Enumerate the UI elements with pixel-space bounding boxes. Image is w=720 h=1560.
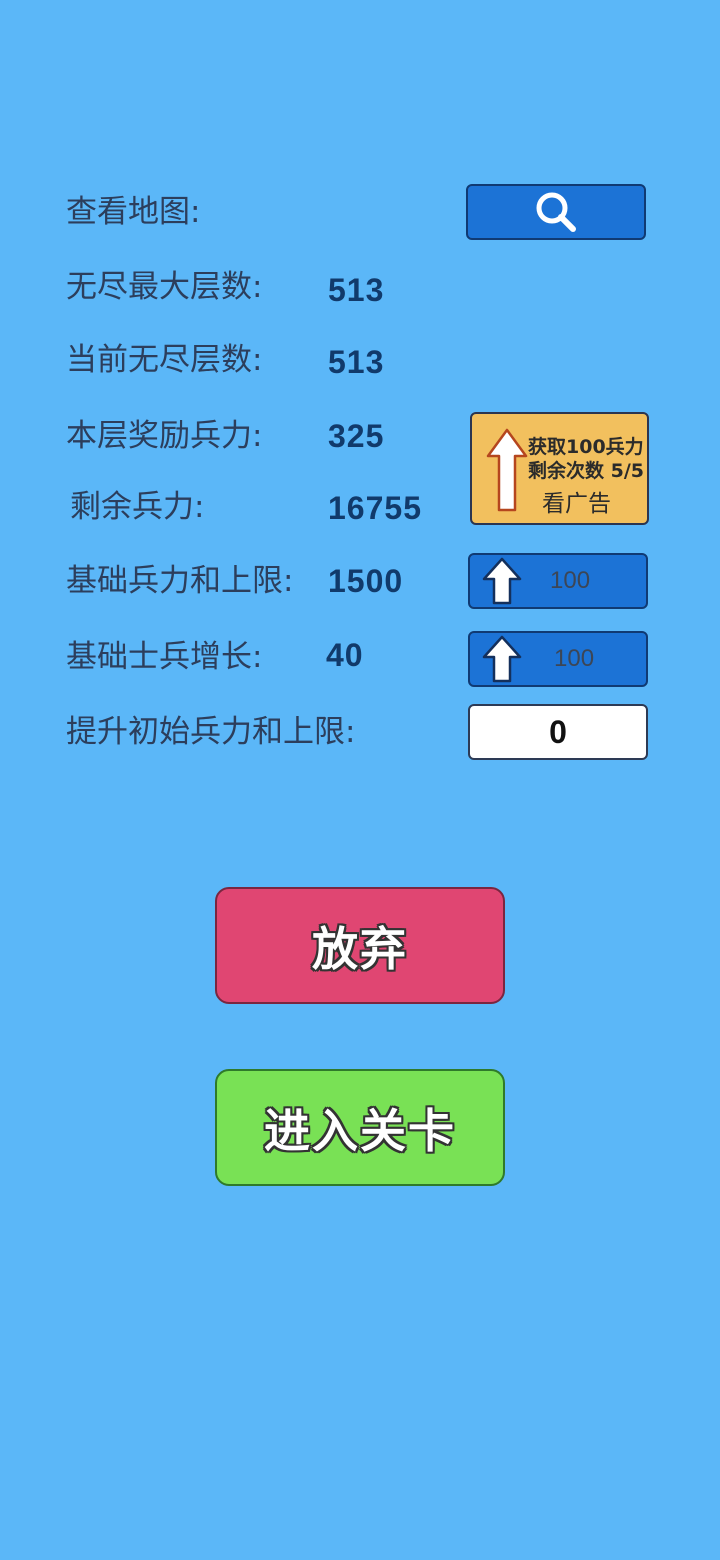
up-arrow-icon: [482, 635, 522, 683]
up-arrow-icon: [486, 428, 528, 512]
base-troops-cap-label: 基础兵力和上限:: [66, 563, 294, 599]
raise-initial-label: 提升初始兵力和上限:: [66, 714, 356, 750]
base-soldier-growth-label: 基础士兵增长:: [66, 639, 263, 675]
upgrade-soldier-growth-cost: 100: [554, 645, 595, 672]
max-layer-label: 无尽最大层数:: [66, 269, 263, 305]
upgrade-base-troops-cost: 100: [550, 567, 591, 594]
abandon-button[interactable]: 放弃: [215, 887, 505, 1004]
reward-troops-value: 325: [328, 418, 385, 454]
up-arrow-icon: [482, 557, 522, 605]
view-map-label: 查看地图:: [66, 194, 201, 230]
upgrade-base-troops-button[interactable]: 100: [468, 553, 648, 609]
enter-level-button[interactable]: 进入关卡: [215, 1069, 505, 1186]
watch-ad-button[interactable]: 获取100兵力 剩余次数 5/5 看广告: [470, 412, 649, 525]
ad-watch-text: 看广告: [542, 491, 611, 517]
current-layer-value: 513: [328, 344, 385, 380]
search-icon: [536, 192, 576, 232]
ad-remaining-text: 剩余次数 5/5: [528, 460, 644, 482]
raise-initial-input[interactable]: 0: [468, 704, 648, 760]
upgrade-soldier-growth-button[interactable]: 100: [468, 631, 648, 687]
remaining-troops-value: 16755: [328, 490, 422, 526]
base-soldier-growth-value: 40: [326, 637, 364, 673]
remaining-troops-label: 剩余兵力:: [70, 489, 205, 525]
max-layer-value: 513: [328, 272, 385, 308]
current-layer-label: 当前无尽层数:: [66, 342, 263, 378]
base-troops-cap-value: 1500: [328, 563, 404, 599]
reward-troops-label: 本层奖励兵力:: [66, 418, 263, 454]
ad-reward-text: 获取100兵力: [528, 436, 644, 458]
view-map-button[interactable]: [466, 184, 646, 240]
